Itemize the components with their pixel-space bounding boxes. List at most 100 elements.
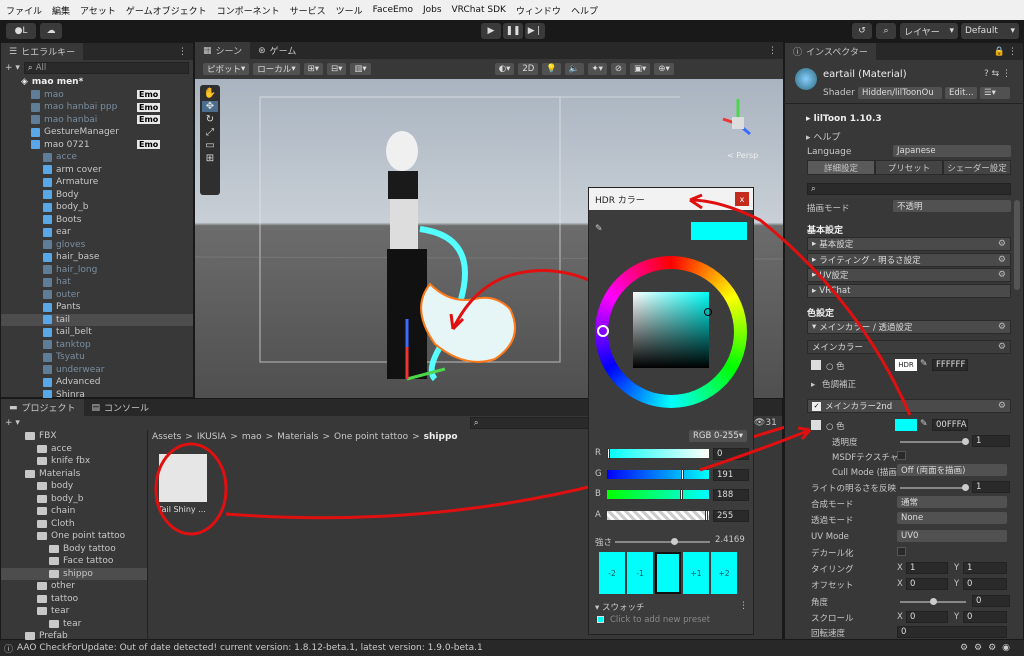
menu-item[interactable]: ヘルプ: [571, 4, 598, 17]
folder-item[interactable]: tear: [1, 605, 147, 618]
eyedropper-icon[interactable]: ✎: [595, 224, 603, 234]
tab-game[interactable]: ⊛ ゲーム: [250, 42, 304, 59]
rotate-tool-icon[interactable]: ↻: [206, 114, 214, 125]
basic-settings-item[interactable]: ▸ 基本設定 ⚙: [807, 237, 1011, 251]
blend-mode-dropdown[interactable]: 通常: [897, 496, 1007, 508]
visibility-icon[interactable]: ⊘: [610, 63, 627, 75]
camera-icon[interactable]: ▣▾: [630, 63, 651, 75]
help-icon[interactable]: ? ⇆ ⋮: [984, 69, 1011, 79]
gear-icon[interactable]: ⚙: [998, 239, 1006, 249]
channel-slider-handle[interactable]: [679, 489, 683, 500]
scroll-y-field[interactable]: 0: [963, 611, 1007, 623]
intensity-swatch[interactable]: -2: [599, 552, 625, 594]
main-color-swatch[interactable]: HDR: [895, 359, 917, 371]
main-color-2nd-header[interactable]: ✓ メインカラー2nd ⚙: [807, 399, 1011, 413]
tab-scene[interactable]: ▦ シーン: [195, 42, 251, 59]
msdf-checkbox[interactable]: [897, 451, 906, 460]
perspective-label[interactable]: < Persp: [727, 151, 758, 160]
offset-y-field[interactable]: 0: [963, 578, 1007, 590]
opacity-slider-track[interactable]: [900, 441, 966, 443]
hierarchy-item[interactable]: gloves: [1, 239, 193, 252]
increment-snap-icon[interactable]: ▥▾: [350, 63, 371, 75]
hierarchy-item[interactable]: acce: [1, 151, 193, 164]
scale-tool-icon[interactable]: ⤢: [206, 127, 214, 138]
saturation-value-square[interactable]: [633, 292, 709, 368]
more-icon[interactable]: ⋮: [739, 601, 748, 611]
hierarchy-item[interactable]: Advanced: [1, 376, 193, 389]
shader-dropdown[interactable]: Hidden/lilToonOu: [858, 87, 942, 99]
hierarchy-item[interactable]: GestureManager: [1, 126, 193, 139]
avatar-model[interactable]: [386, 131, 516, 382]
folder-item[interactable]: Cloth: [1, 518, 147, 531]
folder-item[interactable]: acce: [1, 443, 147, 456]
channel-value-field[interactable]: 191: [713, 468, 749, 481]
more-icon[interactable]: ⋮: [178, 47, 187, 57]
rect-tool-icon[interactable]: ▭: [205, 140, 214, 151]
channel-value-field[interactable]: 255: [713, 509, 749, 522]
render-mode-dropdown[interactable]: 不透明: [893, 200, 1011, 212]
channel-slider[interactable]: [607, 489, 709, 500]
eyedropper-icon[interactable]: ✎: [920, 419, 928, 429]
angle-slider-handle[interactable]: [930, 598, 937, 605]
breadcrumb-item[interactable]: mao: [242, 432, 262, 442]
gear-icon[interactable]: ⚙: [998, 270, 1006, 280]
main-color-hex-field[interactable]: FFFFFF: [932, 359, 968, 371]
liltoon-version[interactable]: ▸ lilToon 1.10.3: [806, 114, 882, 124]
menu-item[interactable]: ファイル: [6, 4, 42, 17]
tab-inspector[interactable]: ⓘ インスペクター: [785, 43, 876, 60]
layout-dropdown[interactable]: Default ▾: [961, 23, 1019, 39]
main-color-2nd-hex-field[interactable]: 00FFFA: [932, 419, 968, 431]
step-icon[interactable]: ▶❘: [525, 23, 545, 39]
hierarchy-item[interactable]: Body: [1, 189, 193, 202]
hierarchy-item[interactable]: tail_belt: [1, 326, 193, 339]
color-adjust-foldout[interactable]: ▸ 色調補正: [811, 378, 856, 390]
light-invert-slider-handle[interactable]: [962, 484, 969, 491]
folder-item[interactable]: FBX: [1, 430, 147, 443]
folder-item[interactable]: shippo: [1, 567, 147, 580]
hierarchy-item[interactable]: hair_long: [1, 264, 193, 277]
intensity-swatch[interactable]: +1: [683, 552, 709, 594]
grid-snap-icon[interactable]: ⊞▾: [303, 63, 323, 75]
hierarchy-item[interactable]: mao Emo: [1, 89, 193, 102]
hue-handle[interactable]: [597, 325, 609, 337]
light-invert-slider-track[interactable]: [900, 487, 966, 489]
hierarchy-item[interactable]: underwear: [1, 364, 193, 377]
breadcrumb-item[interactable]: Assets: [152, 432, 181, 442]
status-icons[interactable]: ⚙⚙⚙◉: [960, 643, 1016, 653]
offset-x-field[interactable]: 0: [906, 578, 948, 590]
hierarchy-item[interactable]: ear: [1, 226, 193, 239]
gear-icon[interactable]: ⚙: [998, 255, 1006, 265]
menu-item[interactable]: アセット: [80, 4, 116, 17]
menu-item[interactable]: コンポーネント: [217, 4, 280, 17]
tab-console[interactable]: ▤ コンソール: [84, 399, 158, 416]
shading-mode-icon[interactable]: ◐▾: [494, 63, 515, 75]
folder-item[interactable]: other: [1, 580, 147, 593]
transform-tool-icon[interactable]: ⊞: [206, 153, 214, 164]
eyedropper-icon[interactable]: ✎: [920, 359, 928, 369]
menu-item[interactable]: Jobs: [423, 5, 442, 15]
channel-slider[interactable]: [607, 509, 709, 521]
gear-icon[interactable]: ⚙: [998, 322, 1006, 332]
hierarchy-item[interactable]: body_b: [1, 201, 193, 214]
shader-edit-button[interactable]: Edit...: [945, 87, 977, 99]
menu-item[interactable]: サービス: [290, 4, 326, 17]
hierarchy-item[interactable]: Tsyatu: [1, 351, 193, 364]
play-icon[interactable]: ▶: [481, 23, 501, 39]
scene-root[interactable]: ◈ mao men*: [1, 76, 193, 89]
emo-badge[interactable]: Emo: [137, 102, 161, 112]
language-dropdown[interactable]: Japanese: [893, 145, 1011, 157]
account-button[interactable]: ● L: [6, 23, 36, 39]
hierarchy-item[interactable]: outer: [1, 289, 193, 302]
mode-tab[interactable]: シェーダー設定: [943, 160, 1011, 175]
layers-dropdown[interactable]: レイヤー ▾: [900, 23, 958, 39]
opacity-slider-handle[interactable]: [962, 438, 969, 445]
intensity-swatch[interactable]: [655, 552, 681, 594]
uv-mode-dropdown[interactable]: UV0: [897, 530, 1007, 542]
hierarchy-item[interactable]: hat: [1, 276, 193, 289]
asset-label[interactable]: Tail Shiny ...: [158, 505, 206, 514]
basic-settings-item[interactable]: ▸ VRChat: [807, 283, 1011, 298]
menu-item[interactable]: ウィンドウ: [516, 4, 561, 17]
hierarchy-item[interactable]: mao hanbai Emo: [1, 114, 193, 127]
texture-slot[interactable]: [811, 360, 821, 370]
channel-value-field[interactable]: 0: [713, 448, 749, 460]
